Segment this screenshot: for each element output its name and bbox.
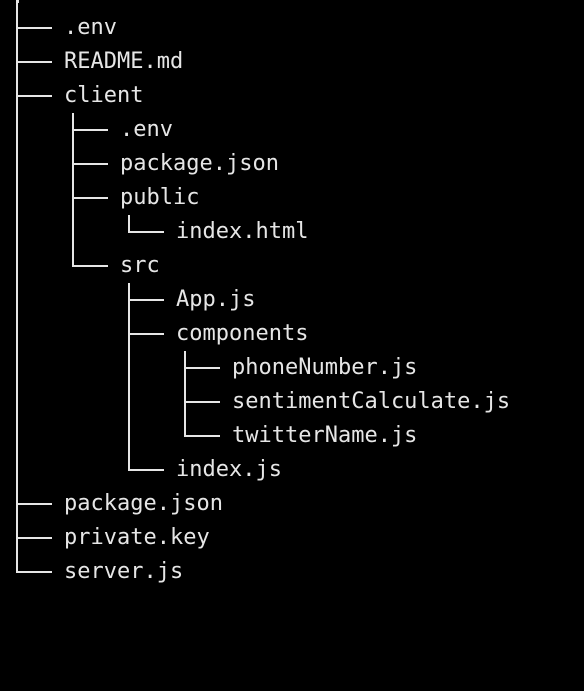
tree-connector — [128, 469, 164, 471]
file-label: .env — [120, 117, 173, 142]
tree-connector — [184, 367, 220, 369]
tree-connector — [72, 197, 108, 199]
tree-row-twitter[interactable]: twitterName.js — [0, 419, 584, 453]
tree-row-readme[interactable]: README.md — [0, 45, 584, 79]
tree-row-phone[interactable]: phoneNumber.js — [0, 351, 584, 385]
tree-row-index-js[interactable]: index.js — [0, 453, 584, 487]
tree-connector — [16, 61, 52, 63]
tree-row-components[interactable]: components — [0, 317, 584, 351]
tree-connector — [128, 231, 164, 233]
tree-connector — [128, 299, 164, 301]
tree-connector — [16, 27, 52, 29]
tree-connector — [16, 537, 52, 539]
file-label: private.key — [64, 525, 210, 550]
tree-row-sentiment[interactable]: sentimentCalculate.js — [0, 385, 584, 419]
tree-connector — [184, 435, 220, 437]
tree-connector — [16, 503, 52, 505]
tree-connector — [72, 163, 108, 165]
file-label: phoneNumber.js — [232, 355, 418, 380]
tree-connector — [184, 401, 220, 403]
file-label: package.json — [64, 491, 223, 516]
file-label: App.js — [176, 287, 256, 312]
tree-row-client-package[interactable]: package.json — [0, 147, 584, 181]
tree-row-app[interactable]: App.js — [0, 283, 584, 317]
tree-connector — [128, 333, 164, 335]
tree-row-client[interactable]: client — [0, 79, 584, 113]
tree-row-env[interactable]: .env — [0, 11, 584, 45]
terminal-window: . .env README.md client .env package.jso… — [0, 0, 584, 610]
tree-connector — [16, 571, 52, 573]
tree-row-server[interactable]: server.js — [0, 555, 584, 589]
tree-connector — [16, 95, 52, 97]
file-label: index.html — [176, 219, 309, 244]
tree-row-src[interactable]: src — [0, 249, 584, 283]
folder-label: src — [120, 253, 160, 278]
tree-row-private-key[interactable]: private.key — [0, 521, 584, 555]
file-label: sentimentCalculate.js — [232, 389, 511, 414]
file-label: server.js — [64, 559, 184, 584]
file-label: index.js — [176, 457, 282, 482]
tree-row-root-package[interactable]: package.json — [0, 487, 584, 521]
tree-connector — [72, 265, 108, 267]
file-label: README.md — [64, 49, 184, 74]
tree-row-public[interactable]: public — [0, 181, 584, 215]
folder-label: public — [120, 185, 200, 210]
file-label: .env — [64, 15, 117, 40]
folder-label: client — [64, 83, 144, 108]
tree-row-client-env[interactable]: .env — [0, 113, 584, 147]
file-label: package.json — [120, 151, 279, 176]
file-label: twitterName.js — [232, 423, 418, 448]
tree-row-public-index[interactable]: index.html — [0, 215, 584, 249]
folder-label: components — [176, 321, 309, 346]
tree-connector — [72, 129, 108, 131]
